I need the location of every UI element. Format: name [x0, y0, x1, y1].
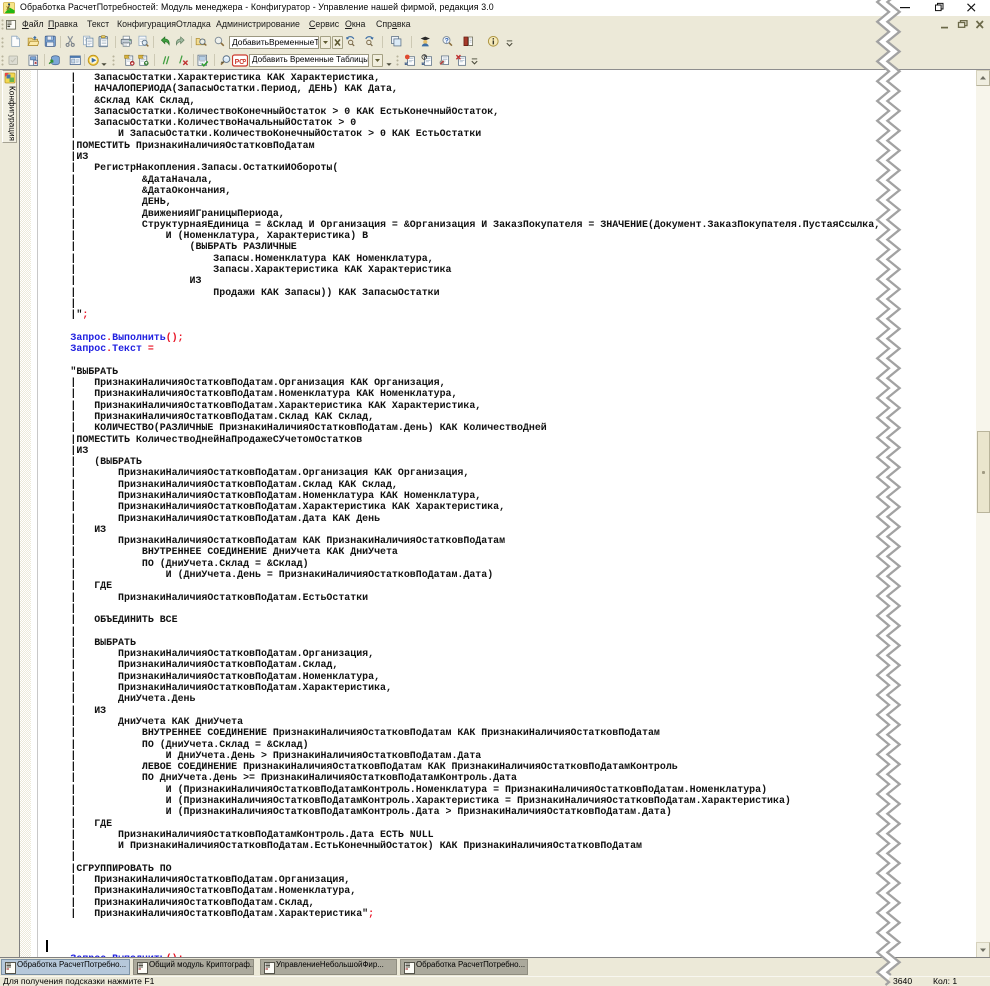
svg-text:РС: РС: [235, 59, 245, 66]
svg-text:?: ?: [423, 55, 426, 61]
svg-text:?: ?: [445, 37, 449, 44]
